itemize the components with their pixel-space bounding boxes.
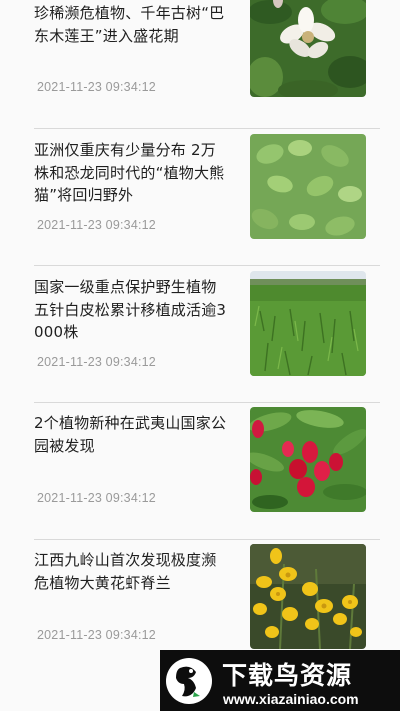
news-time: 2021-11-23 09:34:12: [37, 218, 156, 232]
news-thumbnail: [250, 0, 366, 97]
news-thumbnail: [250, 544, 366, 649]
bird-logo-icon: [164, 656, 214, 706]
divider: [34, 539, 380, 540]
news-time: 2021-11-23 09:34:12: [37, 628, 156, 642]
news-time: 2021-11-23 09:34:12: [37, 491, 156, 505]
news-item[interactable]: 国家一级重点保护野生植物五针白皮松累计移植成活逾3000株 2021-11-23…: [34, 271, 380, 383]
watermark-banner: 下载鸟资源 www.xiazainiao.com: [160, 650, 400, 711]
news-item[interactable]: 2个植物新种在武夷山国家公园被发现 2021-11-23 09:34:12: [34, 407, 380, 519]
divider: [34, 128, 380, 129]
news-title: 2个植物新种在武夷山国家公园被发现: [34, 414, 227, 455]
divider: [34, 402, 380, 403]
news-title: 江西九岭山首次发现极度濒危植物大黄花虾脊兰: [34, 551, 217, 592]
news-title: 珍稀濒危植物、千年古树“巴东木莲王”进入盛花期: [34, 4, 225, 45]
news-item[interactable]: 亚洲仅重庆有少量分布 2万株和恐龙同时代的“植物大熊猫”将回归野外 2021-1…: [34, 134, 380, 246]
watermark-url: www.xiazainiao.com: [223, 691, 359, 707]
news-item[interactable]: 珍稀濒危植物、千年古树“巴东木莲王”进入盛花期 2021-11-23 09:34…: [34, 0, 380, 104]
news-title: 国家一级重点保护野生植物五针白皮松累计移植成活逾3000株: [34, 278, 227, 341]
news-title: 亚洲仅重庆有少量分布 2万株和恐龙同时代的“植物大熊猫”将回归野外: [34, 141, 225, 204]
news-thumbnail: [250, 271, 366, 376]
news-time: 2021-11-23 09:34:12: [37, 355, 156, 369]
watermark-title: 下载鸟资源: [222, 661, 353, 690]
news-item[interactable]: 江西九岭山首次发现极度濒危植物大黄花虾脊兰 2021-11-23 09:34:1…: [34, 544, 380, 656]
news-thumbnail: [250, 134, 366, 239]
divider: [34, 265, 380, 266]
news-thumbnail: [250, 407, 366, 512]
news-time: 2021-11-23 09:34:12: [37, 80, 156, 94]
news-feed: 珍稀濒危植物、千年古树“巴东木莲王”进入盛花期 2021-11-23 09:34…: [0, 0, 400, 711]
